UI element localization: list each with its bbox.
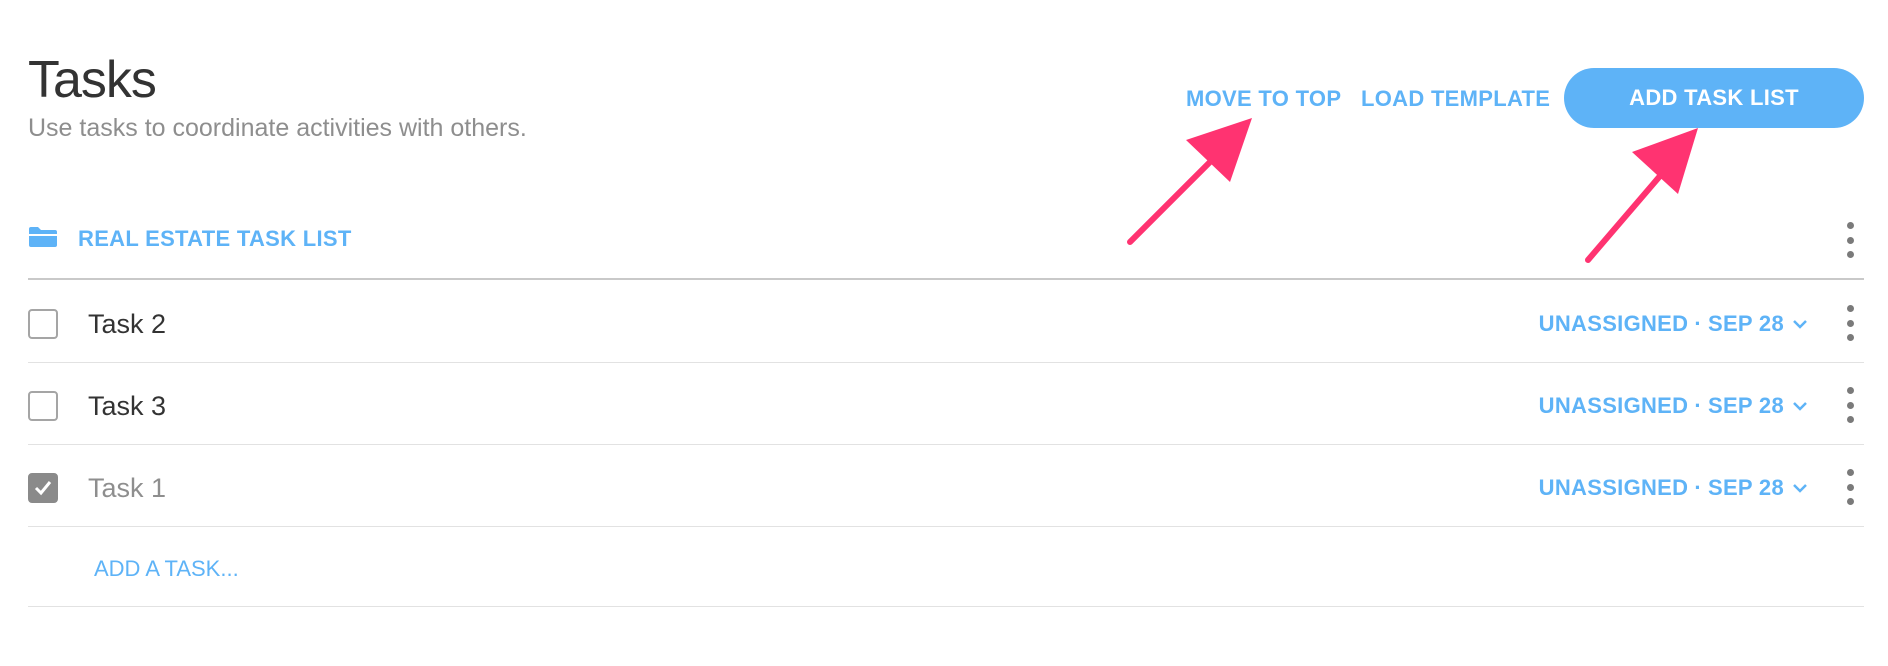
chevron-down-icon — [1793, 320, 1807, 329]
move-to-top-link[interactable]: MOVE TO TOP — [1186, 86, 1341, 112]
task-row: Task 1 UNASSIGNED · SEP 28 — [28, 445, 1864, 527]
task-assignment-dropdown[interactable]: UNASSIGNED · SEP 28 — [1539, 475, 1808, 501]
task-due-date: SEP 28 — [1707, 311, 1784, 336]
task-assignment-dropdown[interactable]: UNASSIGNED · SEP 28 — [1539, 311, 1808, 337]
task-due-date: SEP 28 — [1707, 393, 1784, 418]
task-checkbox[interactable] — [28, 309, 58, 339]
chevron-down-icon — [1793, 402, 1807, 411]
task-assignee: UNASSIGNED — [1538, 475, 1689, 500]
load-template-link[interactable]: LOAD TEMPLATE — [1361, 86, 1550, 112]
add-task-link[interactable]: ADD A TASK... — [94, 556, 239, 582]
chevron-down-icon — [1793, 484, 1807, 493]
page-title: Tasks — [28, 51, 157, 109]
task-label[interactable]: Task 2 — [88, 309, 166, 340]
add-task-list-button[interactable]: ADD TASK LIST — [1564, 68, 1864, 128]
tasks-page: Tasks Use tasks to coordinate activities… — [0, 0, 1888, 666]
meta-separator: · — [1694, 475, 1702, 500]
task-menu-icon[interactable] — [1840, 387, 1860, 423]
checkmark-icon — [34, 481, 52, 496]
page-subtitle: Use tasks to coordinate activities with … — [28, 114, 527, 142]
task-checkbox[interactable] — [28, 391, 58, 421]
divider — [28, 278, 1864, 280]
task-list-menu-icon[interactable] — [1840, 222, 1860, 258]
task-row: Task 3 UNASSIGNED · SEP 28 — [28, 363, 1864, 445]
task-assignee: UNASSIGNED — [1538, 311, 1689, 336]
task-assignment-dropdown[interactable]: UNASSIGNED · SEP 28 — [1539, 393, 1808, 419]
task-assignee: UNASSIGNED — [1538, 393, 1689, 418]
task-list-header: REAL ESTATE TASK LIST — [28, 214, 1864, 264]
meta-separator: · — [1694, 311, 1702, 336]
task-row: Task 2 UNASSIGNED · SEP 28 — [28, 281, 1864, 363]
divider — [28, 606, 1864, 607]
task-label[interactable]: Task 1 — [88, 473, 166, 504]
task-label[interactable]: Task 3 — [88, 391, 166, 422]
folder-icon — [28, 226, 58, 248]
task-menu-icon[interactable] — [1840, 469, 1860, 505]
task-checkbox-checked[interactable] — [28, 473, 58, 503]
meta-separator: · — [1694, 393, 1702, 418]
task-due-date: SEP 28 — [1707, 475, 1784, 500]
task-list-title[interactable]: REAL ESTATE TASK LIST — [78, 226, 352, 252]
task-menu-icon[interactable] — [1840, 305, 1860, 341]
